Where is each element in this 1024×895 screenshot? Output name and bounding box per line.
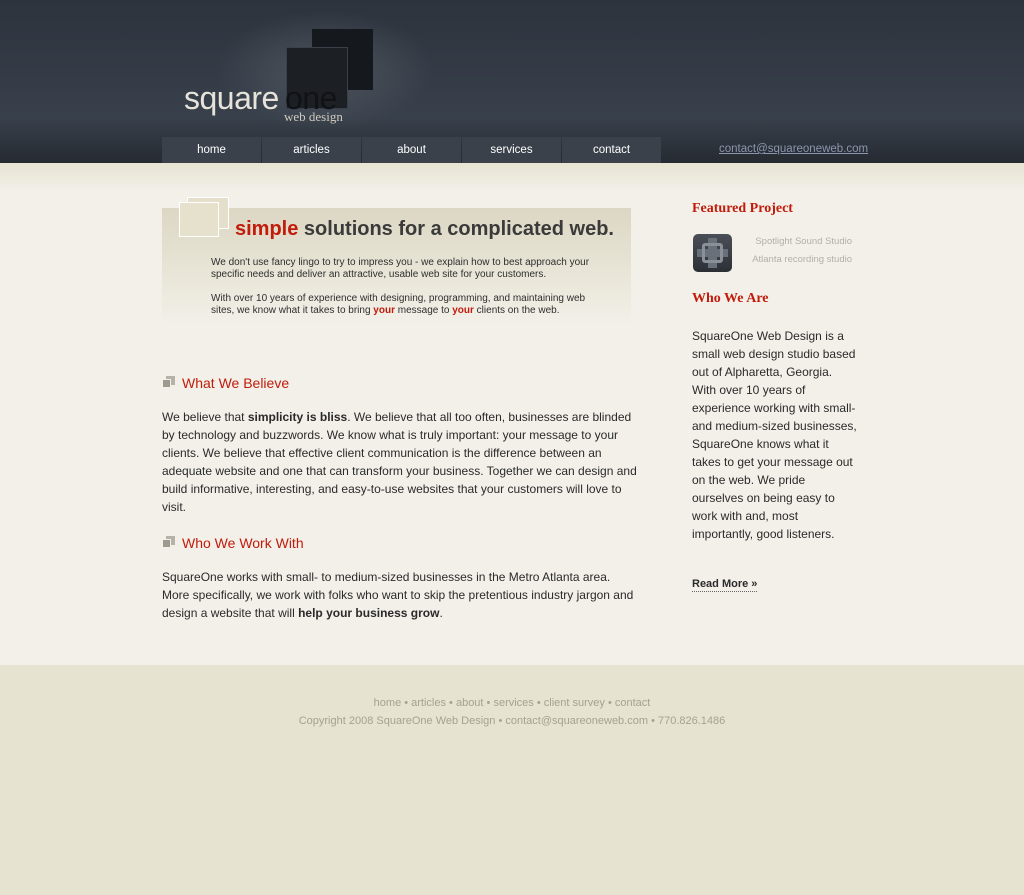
featured-project-title: Featured Project bbox=[692, 201, 793, 216]
nav-services[interactable]: services bbox=[462, 137, 561, 163]
intro-title: simple solutions for a complicated web. bbox=[235, 217, 614, 241]
featured-project-name[interactable]: Spotlight Sound Studio bbox=[755, 236, 852, 247]
footer-links[interactable]: home • articles • about • services • cli… bbox=[0, 697, 1024, 709]
intro-p2-text-b: message to bbox=[394, 305, 453, 316]
intro-p2-text-c: clients on the web. bbox=[473, 305, 560, 316]
work-text-2: . bbox=[439, 606, 443, 620]
section-body-believe: We believe that simplicity is bliss. We … bbox=[162, 408, 638, 516]
believe-bold: simplicity is bliss bbox=[247, 410, 348, 424]
header-email-link[interactable]: contact@squareoneweb.com bbox=[719, 143, 868, 155]
speaker-icon[interactable] bbox=[693, 234, 732, 272]
section-title-believe: What We Believe bbox=[182, 375, 290, 391]
featured-project-desc: Atlanta recording studio bbox=[752, 254, 852, 265]
nav-articles[interactable]: articles bbox=[262, 137, 361, 163]
section-body-work: SquareOne works with small- to medium-si… bbox=[162, 568, 638, 622]
intro-paragraph-2: With over 10 years of experience with de… bbox=[211, 293, 611, 317]
logo-word-square[interactable]: square bbox=[184, 78, 279, 118]
who-we-are-title: Who We Are bbox=[692, 291, 769, 306]
section-squares-icon bbox=[162, 376, 175, 389]
believe-text-2: . We believe that all too often, busines… bbox=[162, 410, 637, 514]
footer-copyright: Copyright 2008 SquareOne Web Design • co… bbox=[298, 715, 726, 727]
intro-p2-your-1: your bbox=[373, 305, 395, 316]
intro-title-rest: solutions for a complicated web. bbox=[298, 218, 614, 240]
nav-home[interactable]: home bbox=[162, 137, 261, 163]
nav-contact[interactable]: contact bbox=[562, 137, 661, 163]
main-nav: home articles about services contact bbox=[162, 137, 662, 163]
read-more-link[interactable]: Read More » bbox=[692, 578, 758, 592]
intro-square-icon-front bbox=[179, 202, 219, 237]
section-squares-icon bbox=[162, 536, 175, 549]
section-title-work: Who We Work With bbox=[182, 535, 304, 551]
intro-title-highlight: simple bbox=[235, 218, 299, 240]
who-we-are-body: SquareOne Web Design is a small web desi… bbox=[692, 329, 857, 541]
site-header: square one web design home articles abou… bbox=[0, 0, 1024, 163]
intro-paragraph-1: We don't use fancy lingo to try to impre… bbox=[211, 257, 590, 280]
nav-about[interactable]: about bbox=[362, 137, 461, 163]
intro-p2-your-2: your bbox=[452, 305, 474, 316]
logo-tagline: web design bbox=[284, 109, 343, 124]
believe-text-1: We believe that bbox=[162, 410, 248, 424]
work-bold: help your business grow bbox=[298, 606, 440, 620]
